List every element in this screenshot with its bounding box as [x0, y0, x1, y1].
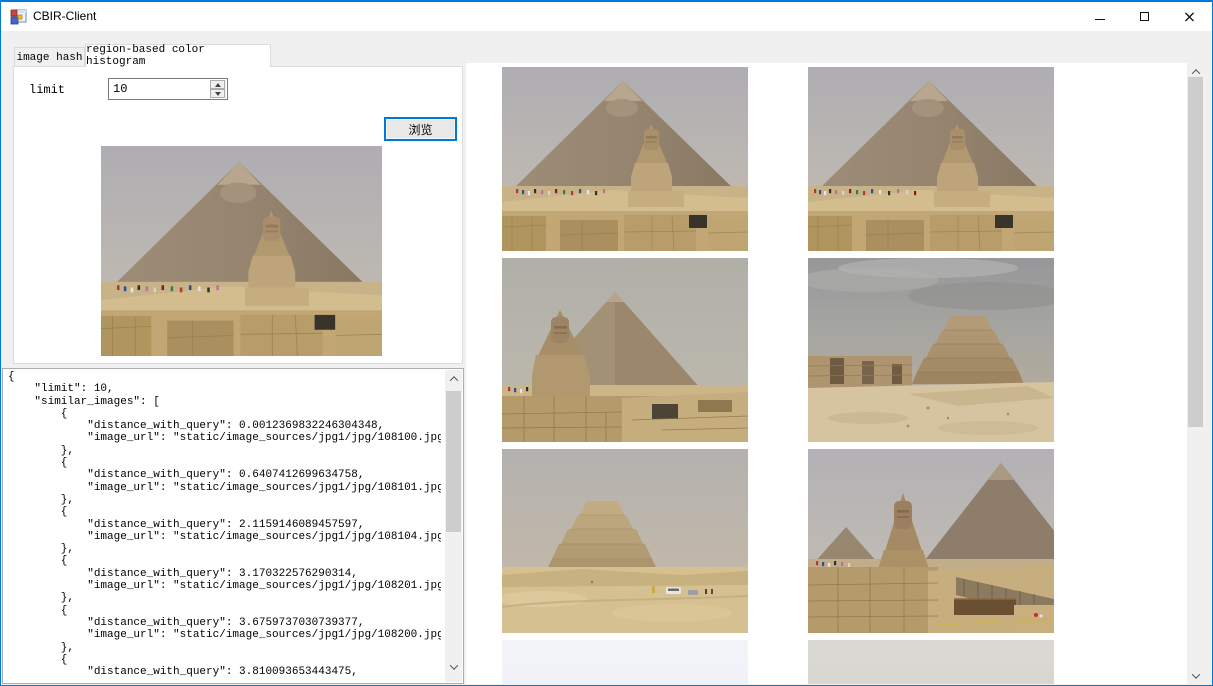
scrollbar-thumb[interactable] [1188, 77, 1203, 427]
close-icon: × [1182, 6, 1197, 26]
result-image[interactable] [808, 67, 1054, 251]
results-grid [466, 63, 1204, 684]
down-arrow-icon [214, 91, 221, 96]
chevron-up-icon [1191, 68, 1200, 78]
close-button[interactable]: × [1167, 2, 1212, 31]
results-scrollbar[interactable] [1187, 63, 1204, 684]
minimize-icon [1094, 19, 1105, 20]
scroll-down-button[interactable] [1187, 667, 1204, 684]
tab-image-hash-label: image hash [16, 51, 83, 64]
minimize-button[interactable] [1077, 2, 1122, 31]
limit-spinner-up[interactable] [210, 80, 225, 89]
result-image[interactable] [808, 258, 1054, 442]
result-image[interactable] [502, 449, 748, 633]
scroll-up-button[interactable] [445, 370, 462, 387]
result-image[interactable] [502, 258, 748, 442]
query-panel: limit 10 浏览 [13, 66, 463, 364]
up-arrow-icon [214, 82, 221, 87]
chevron-down-icon [449, 660, 458, 670]
limit-label: limit [29, 83, 66, 97]
response-json-box[interactable]: { "limit": 10, "similar_images": [ { "di… [2, 368, 464, 684]
tab-region-histogram[interactable]: region-based color histogram [85, 44, 271, 68]
response-json-text: { "limit": 10, "similar_images": [ { "di… [8, 371, 441, 679]
result-image[interactable] [808, 449, 1054, 633]
limit-spinner [210, 80, 226, 98]
tab-image-hash[interactable]: image hash [14, 47, 85, 67]
query-image [101, 146, 382, 356]
browse-button[interactable]: 浏览 [384, 117, 457, 141]
maximize-button[interactable] [1122, 2, 1167, 31]
limit-spinner-down[interactable] [210, 89, 225, 98]
scroll-down-button[interactable] [445, 658, 462, 675]
limit-input[interactable]: 10 [108, 78, 228, 100]
window-controls: × [1077, 2, 1212, 31]
results-panel [466, 63, 1204, 684]
result-image[interactable] [502, 640, 748, 684]
result-image[interactable] [502, 67, 748, 251]
chevron-up-icon [449, 375, 458, 385]
maximize-icon [1140, 12, 1149, 21]
app-icon [10, 9, 27, 25]
title-bar[interactable]: CBIR-Client × [1, 2, 1212, 31]
chevron-down-icon [1191, 669, 1200, 679]
browse-button-label: 浏览 [408, 122, 433, 137]
result-image[interactable] [808, 640, 1054, 684]
response-scrollbar[interactable] [445, 370, 462, 682]
scrollbar-thumb[interactable] [446, 391, 461, 532]
tab-region-histogram-label: region-based color histogram [86, 44, 205, 68]
limit-value: 10 [113, 82, 128, 96]
app-window: CBIR-Client × image hash region-based co… [0, 0, 1213, 686]
window-title: CBIR-Client [33, 9, 97, 23]
